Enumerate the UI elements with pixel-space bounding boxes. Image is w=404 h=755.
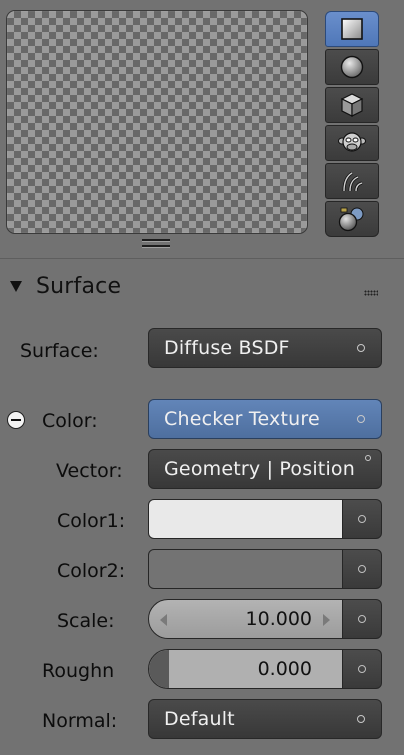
color1-socket-button[interactable] — [342, 499, 382, 539]
normal-input-dropdown[interactable]: Default — [148, 699, 382, 739]
vector-input-dropdown[interactable]: Geometry | Position — [148, 449, 382, 489]
material-preview-checker — [6, 10, 308, 234]
panel-title: Surface — [36, 274, 122, 299]
preview-shape-selector — [325, 11, 381, 239]
remove-link-icon[interactable] — [7, 411, 25, 429]
cube-icon — [340, 93, 364, 117]
scale-socket-button[interactable] — [342, 599, 382, 639]
preview-shape-cube-button[interactable] — [325, 87, 379, 123]
preview-shape-world-sphere-button[interactable] — [325, 201, 379, 237]
color2-socket-button[interactable] — [342, 549, 382, 589]
socket-dot-icon — [357, 415, 365, 423]
roughness-slider-fill — [149, 650, 169, 688]
roughness-socket-button[interactable] — [342, 649, 382, 689]
material-preview-area — [0, 0, 404, 258]
scale-field: 10.000 — [148, 599, 382, 639]
increment-arrow-icon[interactable] — [323, 614, 330, 626]
preview-resize-handle[interactable] — [142, 239, 170, 248]
roughness-slider[interactable]: 0.000 — [148, 649, 343, 689]
drag-grip-icon[interactable] — [364, 290, 378, 296]
collapse-arrow-icon[interactable] — [10, 281, 22, 292]
color-input-value: Checker Texture — [164, 408, 320, 430]
preview-shape-sphere-button[interactable] — [325, 49, 379, 85]
hair-strands-icon — [342, 171, 363, 192]
surface-shader-value: Diffuse BSDF — [164, 337, 290, 359]
roughness-label: Roughn — [42, 660, 115, 682]
color1-swatch[interactable] — [148, 499, 343, 539]
surface-shader-dropdown[interactable]: Diffuse BSDF — [148, 328, 382, 368]
sphere-icon — [340, 55, 364, 79]
scale-label: Scale: — [57, 610, 115, 632]
color2-label: Color2: — [57, 560, 126, 582]
socket-dot-icon — [365, 455, 371, 461]
socket-dot-icon — [358, 665, 366, 673]
socket-dot-icon — [358, 615, 366, 623]
socket-dot-icon — [358, 515, 366, 523]
normal-label: Normal: — [42, 710, 118, 732]
color1-field — [148, 499, 382, 539]
decrement-arrow-icon[interactable] — [160, 614, 167, 626]
color2-swatch[interactable] — [148, 549, 343, 589]
surface-label: Surface: — [20, 340, 99, 362]
socket-dot-icon — [358, 565, 366, 573]
scale-value: 10.000 — [245, 608, 312, 630]
preview-shape-flat-button[interactable] — [325, 11, 379, 47]
flat-plane-icon — [341, 18, 363, 40]
socket-dot-icon — [357, 344, 365, 352]
color1-label: Color1: — [57, 510, 126, 532]
roughness-field: 0.000 — [148, 649, 382, 689]
roughness-value: 0.000 — [257, 658, 312, 680]
normal-input-value: Default — [164, 708, 235, 730]
monkey-icon — [338, 132, 366, 152]
preview-shape-monkey-button[interactable] — [325, 125, 379, 161]
socket-dot-icon — [357, 715, 365, 723]
world-sphere-icon — [338, 207, 364, 232]
preview-shape-hair-button[interactable] — [325, 163, 379, 199]
surface-panel-header[interactable]: Surface — [0, 259, 404, 313]
surface-panel: Surface Surface: Diffuse BSDF Color: Che… — [0, 258, 404, 755]
scale-number-input[interactable]: 10.000 — [148, 599, 343, 639]
color2-field — [148, 549, 382, 589]
vector-input-value: Geometry | Position — [164, 458, 355, 480]
color-input-dropdown[interactable]: Checker Texture — [148, 399, 382, 439]
color-label: Color: — [42, 410, 98, 432]
vector-label: Vector: — [56, 460, 123, 482]
